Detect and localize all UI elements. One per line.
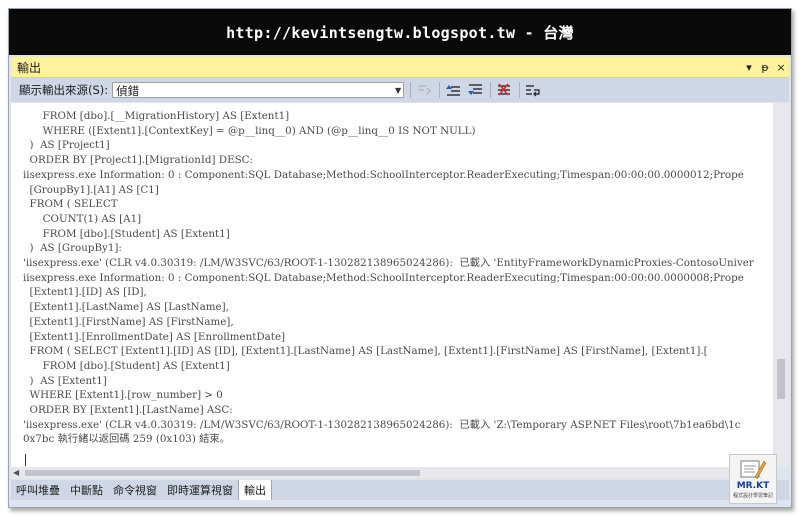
tab-call-stack[interactable]: 呼叫堆疊 bbox=[11, 480, 65, 500]
next-message-icon[interactable] bbox=[466, 81, 484, 99]
output-line: 'iisexpress.exe' (CLR v4.0.30319: /LM/W3… bbox=[23, 257, 754, 270]
logo-subtext: 程式設計學習筆記 bbox=[732, 493, 773, 499]
output-line: WHERE [Extent1].[row_number] > 0 bbox=[23, 389, 223, 402]
text-cursor bbox=[25, 454, 26, 466]
output-line: FROM ( SELECT [Extent1].[ID] AS [ID], [E… bbox=[23, 345, 708, 358]
tab-breakpoints[interactable]: 中斷點 bbox=[65, 480, 108, 500]
output-line: iisexpress.exe Information: 0 : Componen… bbox=[23, 271, 744, 284]
toolbar-separator bbox=[410, 82, 412, 98]
output-line: 'iisexpress.exe' (CLR v4.0.30319: /LM/W3… bbox=[23, 418, 741, 431]
tab-output[interactable]: 輸出 bbox=[238, 480, 272, 500]
output-lines: FROM [dbo].[__MigrationHistory] AS [Exte… bbox=[11, 109, 773, 447]
output-line: COUNT(1) AS [A1] bbox=[23, 212, 142, 225]
output-line: ORDER BY [Extent1].[LastName] ASC: bbox=[23, 404, 233, 417]
output-line: FROM ( SELECT bbox=[23, 198, 118, 211]
vertical-scrollbar[interactable] bbox=[773, 103, 789, 467]
find-message-in-code-icon[interactable] bbox=[415, 81, 433, 99]
banner-text: http://kevintsengtw.blogspot.tw - 台灣 bbox=[226, 23, 574, 42]
output-source-label: 顯示輸出來源(S): bbox=[19, 83, 109, 97]
output-text-area[interactable]: FROM [dbo].[__MigrationHistory] AS [Exte… bbox=[11, 103, 773, 467]
output-toolbar: 顯示輸出來源(S): 偵錯 ▼ bbox=[11, 78, 789, 102]
screenshot-frame: http://kevintsengtw.blogspot.tw - 台灣 輸出 … bbox=[8, 8, 792, 508]
output-line: [Extent1].[EnrollmentDate] AS [Enrollmen… bbox=[23, 330, 286, 343]
toolbar-separator bbox=[490, 82, 492, 98]
output-line: iisexpress.exe Information: 0 : Componen… bbox=[23, 168, 744, 181]
chevron-down-icon: ▼ bbox=[395, 86, 402, 95]
toggle-word-wrap-icon[interactable] bbox=[524, 81, 542, 99]
output-line: FROM [dbo].[Student] AS [Extent1] bbox=[23, 227, 230, 240]
output-line: ) AS [Project1] bbox=[23, 139, 110, 152]
vertical-scrollbar-thumb[interactable] bbox=[777, 359, 785, 399]
logo-text: MR.KT bbox=[736, 481, 770, 491]
output-line: [GroupBy1].[A1] AS [C1] bbox=[23, 183, 159, 196]
output-line: [Extent1].[ID] AS [ID], bbox=[23, 286, 147, 299]
output-window-titlebar: 輸出 ▾ ᵽ × bbox=[11, 57, 789, 78]
output-line: ) AS [Extent1] bbox=[23, 374, 107, 387]
output-line: FROM [dbo].[__MigrationHistory] AS [Exte… bbox=[23, 110, 290, 122]
output-line: ORDER BY [Project1].[MigrationId] DESC: bbox=[23, 154, 253, 167]
output-line: 0x7bc 執行緒以返回碼 259 (0x103) 結束。 bbox=[23, 433, 231, 446]
blog-banner: http://kevintsengtw.blogspot.tw - 台灣 bbox=[9, 9, 791, 55]
window-menu-dropdown-icon[interactable]: ▾ bbox=[741, 61, 757, 74]
output-line: WHERE ([Extent1].[ContextKey] = @p__linq… bbox=[23, 124, 476, 137]
clear-all-icon[interactable] bbox=[495, 81, 513, 99]
previous-message-icon[interactable] bbox=[444, 81, 462, 99]
logo-illustration-icon bbox=[740, 460, 767, 480]
close-icon[interactable]: × bbox=[773, 61, 789, 74]
output-line: [Extent1].[LastName] AS [LastName], bbox=[23, 301, 229, 314]
output-line: [Extent1].[FirstName] AS [FirstName], bbox=[23, 315, 234, 328]
tab-immediate-window[interactable]: 即時運算視窗 bbox=[162, 480, 238, 500]
output-line: ) AS [GroupBy1]: bbox=[23, 242, 122, 255]
window-title: 輸出 bbox=[17, 60, 42, 75]
output-source-select[interactable]: 偵錯 ▼ bbox=[112, 82, 405, 98]
output-source-value: 偵錯 bbox=[116, 84, 140, 98]
scroll-left-arrow-icon[interactable]: ◀ bbox=[13, 468, 19, 477]
horizontal-scrollbar-thumb[interactable] bbox=[25, 470, 420, 476]
horizontal-scrollbar[interactable]: ◀ bbox=[11, 467, 773, 479]
tab-command-window[interactable]: 命令視窗 bbox=[108, 480, 162, 500]
pin-icon[interactable]: ᵽ bbox=[757, 61, 773, 74]
toolbar-separator bbox=[519, 82, 521, 98]
output-line: FROM [dbo].[Student] AS [Extent1] bbox=[23, 359, 230, 372]
mr-kt-logo: MR.KT 程式設計學習筆記 bbox=[729, 454, 777, 504]
toolbar-separator bbox=[439, 82, 441, 98]
bottom-tool-window-tabs: 呼叫堆疊 中斷點 命令視窗 即時運算視窗 輸出 bbox=[11, 480, 789, 500]
